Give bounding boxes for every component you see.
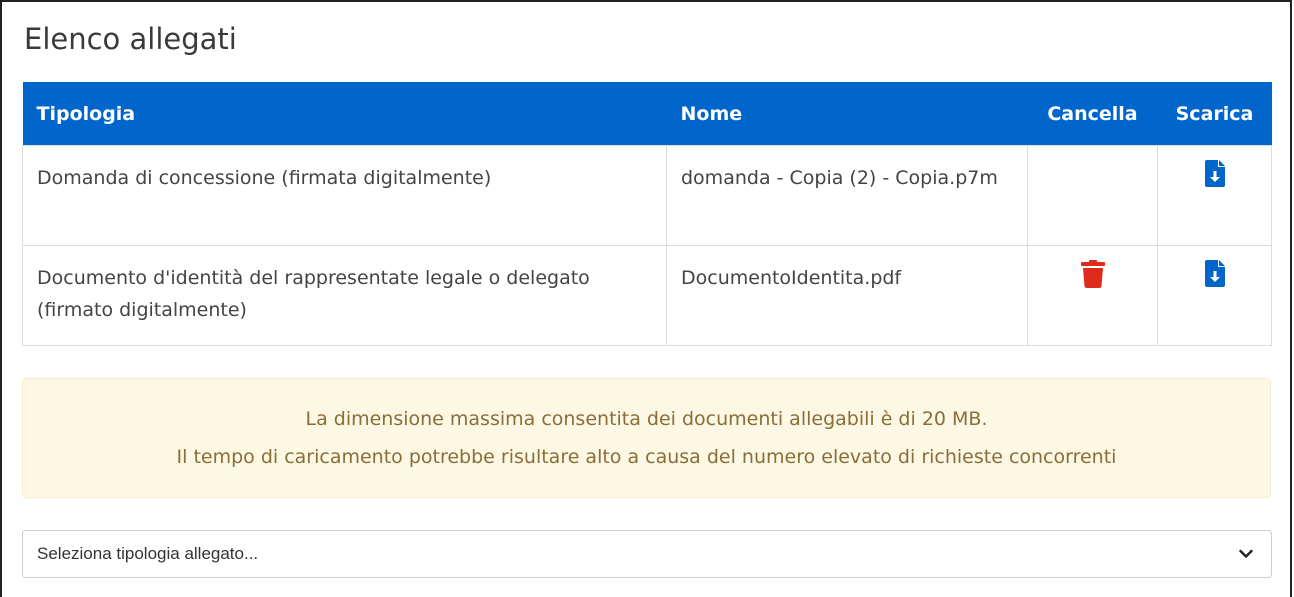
- cell-scarica: [1157, 245, 1272, 346]
- section-title: Elenco allegati: [24, 22, 237, 56]
- cell-nome: domanda - Copia (2) - Copia.p7m: [666, 145, 1028, 246]
- cell-scarica: [1157, 145, 1272, 246]
- cell-cancella: [1027, 245, 1158, 346]
- file-download-icon[interactable]: [1204, 260, 1225, 292]
- cell-nome: DocumentoIdentita.pdf: [666, 245, 1028, 346]
- header-tipologia: Tipologia: [22, 82, 667, 146]
- header-cancella: Cancella: [1027, 82, 1158, 146]
- cell-cancella: [1027, 145, 1158, 246]
- table-header-row: Tipologia Nome Cancella Scarica: [22, 82, 1272, 146]
- cell-tipologia: Domanda di concessione (firmata digitalm…: [22, 145, 667, 246]
- header-nome: Nome: [666, 82, 1028, 146]
- trash-icon[interactable]: [1080, 260, 1105, 293]
- attachment-type-select[interactable]: Seleziona tipologia allegato...: [22, 530, 1272, 578]
- table-row: Domanda di concessione (firmata digitalm…: [22, 145, 1272, 246]
- table-row: Documento d'identità del rappresentate l…: [22, 245, 1272, 346]
- cell-tipologia: Documento d'identità del rappresentate l…: [22, 245, 667, 346]
- alert-line-2: Il tempo di caricamento potrebbe risulta…: [176, 446, 1117, 468]
- header-scarica: Scarica: [1157, 82, 1272, 146]
- attachments-table: Tipologia Nome Cancella Scarica Domanda …: [22, 82, 1272, 346]
- alert-line-1: La dimensione massima consentita dei doc…: [305, 408, 988, 430]
- chevron-down-icon: [1239, 531, 1253, 577]
- select-value: Seleziona tipologia allegato...: [37, 544, 259, 563]
- upload-info-alert: La dimensione massima consentita dei doc…: [22, 378, 1271, 498]
- file-download-icon[interactable]: [1204, 160, 1225, 192]
